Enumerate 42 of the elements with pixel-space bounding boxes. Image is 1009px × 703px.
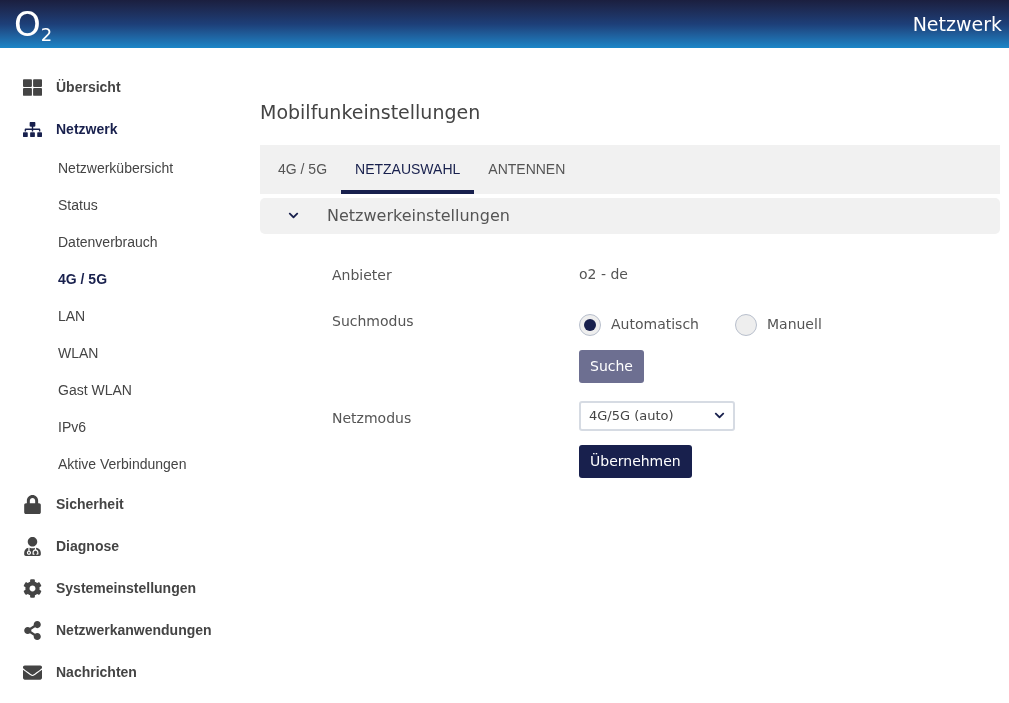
sidebar-subitem[interactable]: Aktive Verbindungen — [0, 446, 240, 483]
field-label: Anbieter — [332, 265, 393, 285]
sidebar-subitem[interactable]: 4G / 5G — [0, 261, 240, 298]
radio-label: Manuell — [766, 315, 822, 334]
sidebar-item[interactable]: Netzwerk — [0, 108, 240, 150]
radio-button[interactable] — [579, 313, 601, 336]
settings-icon — [22, 578, 42, 598]
sidebar-subitem[interactable]: Netzwerkübersicht — [0, 150, 240, 187]
sidebar-subitem[interactable]: Datenverbrauch — [0, 224, 240, 261]
sidebar-subitem[interactable]: WLAN — [0, 335, 240, 372]
envelope-icon — [22, 662, 42, 682]
sidebar-item[interactable]: Sicherheit — [0, 483, 240, 525]
apply-button[interactable]: Übernehmen — [579, 444, 692, 478]
hierarchy-icon — [22, 119, 42, 139]
chevron-icon — [288, 210, 299, 221]
field-label: Netzmodus — [332, 408, 413, 428]
share-icon — [22, 620, 42, 640]
sidebar-subitem[interactable]: LAN — [0, 298, 240, 335]
sidebar-item[interactable]: Nachrichten — [0, 651, 240, 693]
field-value: o2 - de — [579, 264, 628, 284]
lock-icon — [22, 494, 42, 514]
sidebar-subitem[interactable]: Gast WLAN — [0, 372, 240, 409]
tab[interactable]: ANTENNEN — [474, 144, 580, 194]
grid-icon — [22, 77, 42, 97]
caret-icon — [714, 410, 725, 421]
page-title: Mobilfunkeinstellungen — [260, 100, 482, 125]
field-label: Suchmodus — [332, 311, 415, 331]
tab[interactable]: 4G / 5G — [264, 144, 342, 194]
select-field[interactable]: 4G/5G (auto) — [579, 400, 735, 431]
logo: O$_{2}$ — [14, 7, 53, 41]
radio-label: Automatisch — [611, 315, 699, 334]
sidebar-item[interactable]: Diagnose — [0, 525, 240, 567]
header-title: Netzwerk — [912, 11, 1002, 37]
tab[interactable]: NETZAUSWAHL — [341, 144, 475, 194]
person-icon — [22, 536, 42, 556]
section-header[interactable]: Netzwerkeinstellungen — [260, 197, 1000, 234]
radio-button[interactable] — [734, 313, 757, 336]
sidebar-subitem[interactable]: Status — [0, 187, 240, 224]
sidebar-item[interactable]: Übersicht — [0, 66, 240, 108]
sidebar-item[interactable]: Netzwerkanwendungen — [0, 609, 240, 651]
sidebar-subitem[interactable]: IPv6 — [0, 409, 240, 446]
sidebar-item[interactable]: Systemeinstellungen — [0, 567, 240, 609]
